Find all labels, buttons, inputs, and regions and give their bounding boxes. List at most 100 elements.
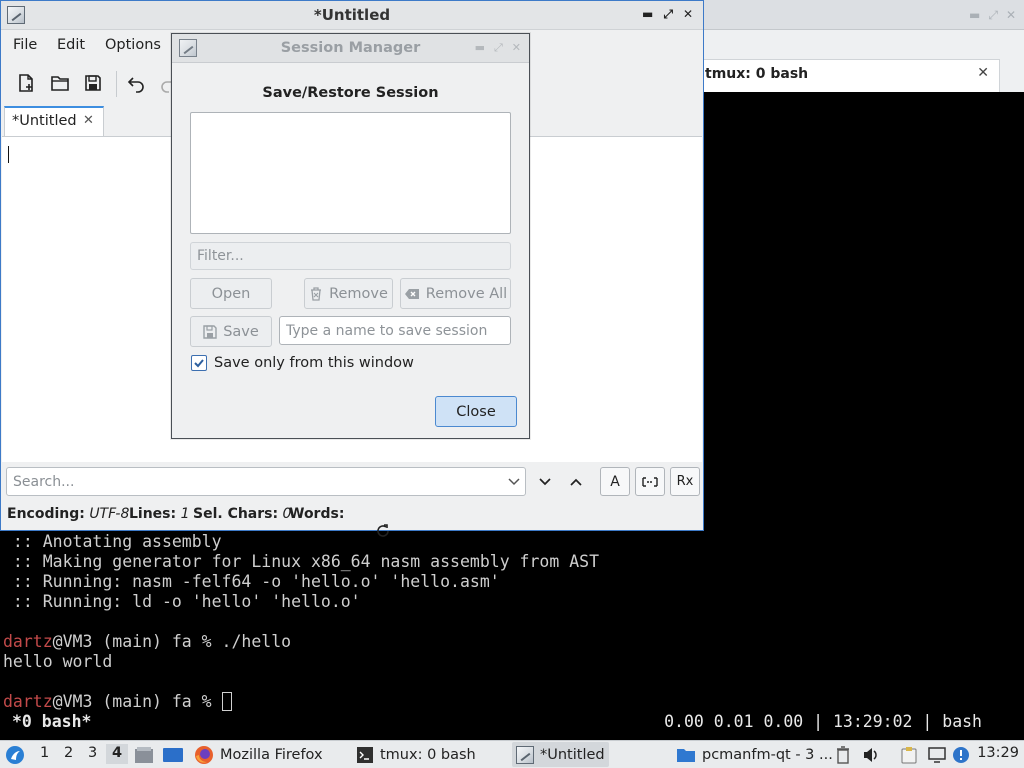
filter-input[interactable] [190,242,511,270]
dialog-heading: Save/Restore Session [262,85,439,101]
find-next-button[interactable] [532,469,558,495]
workspace-4-active[interactable]: 4 [106,744,128,764]
volume-icon [864,748,877,762]
workspace-1[interactable]: 1 [40,745,49,761]
tmux-window-label: *0 bash* [12,712,92,731]
toolbar-separator [116,71,117,97]
sel-chars-label: Sel. Chars: [193,506,279,522]
encoding-label: Encoding: [7,506,85,522]
terminal-icon [357,746,373,763]
chevron-down-icon [539,478,551,486]
close-button[interactable]: Close [435,396,517,427]
dialog-titlebar[interactable]: Session Manager ▬ ⤢ ✕ [172,34,529,63]
chevron-down-icon[interactable] [507,474,521,488]
save-file-button[interactable] [79,69,107,97]
menu-edit[interactable]: Edit [57,37,85,53]
task-label: *Untitled [540,746,605,763]
task-editor[interactable]: *Untitled [512,742,609,767]
tmux-status-bar: *0 bash* 0.00 0.01 0.00 | 13:29:02 | bas… [0,712,1024,734]
close-icon[interactable]: ✕ [512,41,521,55]
checkmark-icon [194,359,204,368]
regex-icon: Rx [676,474,694,489]
save-icon [85,75,101,91]
folder-icon [677,748,695,762]
document-tab[interactable]: *Untitled ✕ [4,106,104,136]
undo-icon [127,77,144,93]
find-previous-button[interactable] [563,469,589,495]
maximize-icon[interactable]: ⤢ [663,7,673,22]
session-list[interactable] [190,112,511,234]
text-editor-icon [516,745,534,764]
firefox-icon [195,745,213,764]
close-icon[interactable]: ✕ [1006,8,1016,23]
session-name-input[interactable] [279,316,511,345]
match-case-button[interactable]: A [600,467,630,496]
open-button[interactable]: Open [190,278,272,309]
workspace-3[interactable]: 3 [88,745,97,761]
clock[interactable]: 13:29 [977,745,1019,761]
new-file-button[interactable] [12,69,40,97]
maximize-icon[interactable]: ⤢ [988,8,998,23]
search-bar: A Rx [1,463,703,501]
file-manager-launcher[interactable] [134,741,154,768]
maximize-icon[interactable]: ⤢ [494,41,503,55]
document-tab-label: *Untitled [12,113,77,129]
close-icon[interactable]: ✕ [683,7,693,22]
remove-button[interactable]: Remove [304,278,393,309]
clipboard-icon [901,747,917,764]
save-icon [203,324,217,339]
save-only-this-window-checkbox[interactable]: Save only from this window [191,353,414,373]
menu-file[interactable]: File [13,37,37,53]
checkbox-label: Save only from this window [214,355,414,371]
task-firefox[interactable]: Mozilla Firefox [194,742,323,767]
tray-trash[interactable] [833,745,853,765]
editor-titlebar[interactable]: *Untitled ▬ ⤢ ✕ [1,1,703,30]
desktop-launcher[interactable] [162,741,184,768]
minimize-icon[interactable]: ▬ [642,7,653,22]
tray-updates[interactable] [951,745,971,765]
search-combobox[interactable] [6,467,526,496]
minimize-icon[interactable]: ▬ [969,8,980,23]
menu-options[interactable]: Options [105,37,161,53]
task-file-manager[interactable]: pcmanfm-qt - 3 ... [676,742,833,767]
tray-clipboard[interactable] [899,745,919,765]
terminal-tab-label: tmux: 0 bash [705,66,809,82]
file-manager-icon [135,746,153,763]
minimize-icon[interactable]: ▬ [475,41,485,55]
workspace-2[interactable]: 2 [64,745,73,761]
taskbar: 1 2 3 4 Mozilla Firefox tmux: 0 bash *Un… [0,740,1024,768]
regex-button[interactable]: Rx [670,467,700,496]
monitor-icon [928,747,946,763]
remove-all-button[interactable]: Remove All [400,278,511,309]
tab-close-icon[interactable]: ✕ [83,113,94,128]
open-file-button[interactable] [46,69,74,97]
start-menu-button[interactable] [5,741,25,768]
lxqt-logo-icon [6,745,24,764]
refresh-words-button[interactable] [348,507,391,559]
remove-button-label: Remove [329,285,388,302]
undo-button[interactable] [122,69,150,97]
editor-window-buttons: ▬ ⤢ ✕ [642,7,693,22]
refresh-icon [376,524,389,537]
whole-word-icon [642,476,658,487]
trash-icon [311,286,322,301]
task-label: Mozilla Firefox [220,746,323,763]
task-terminal[interactable]: tmux: 0 bash [356,742,476,767]
new-file-icon [19,74,33,92]
words-label: Words: [289,506,345,522]
prompt-user: dartz [3,632,53,651]
terminal-output-line: hello world [3,652,113,671]
terminal-prompt-line: dartz@VM3 (main) fa % ./hello [3,632,291,651]
search-input[interactable] [7,468,497,495]
checkbox[interactable] [191,355,207,371]
terminal-line: :: Anotating assembly [3,532,222,551]
folder-open-icon [51,76,69,91]
tray-display[interactable] [927,745,947,765]
terminal-prompt-line: dartz@VM3 (main) fa % [3,692,232,711]
save-session-button[interactable]: Save [190,316,272,347]
terminal-tab[interactable]: tmux: 0 bash ✕ [700,59,1000,92]
tab-close-icon[interactable]: ✕ [977,65,989,81]
remove-all-button-label: Remove All [425,285,508,302]
whole-word-button[interactable] [635,467,665,496]
tray-volume[interactable] [861,745,881,765]
